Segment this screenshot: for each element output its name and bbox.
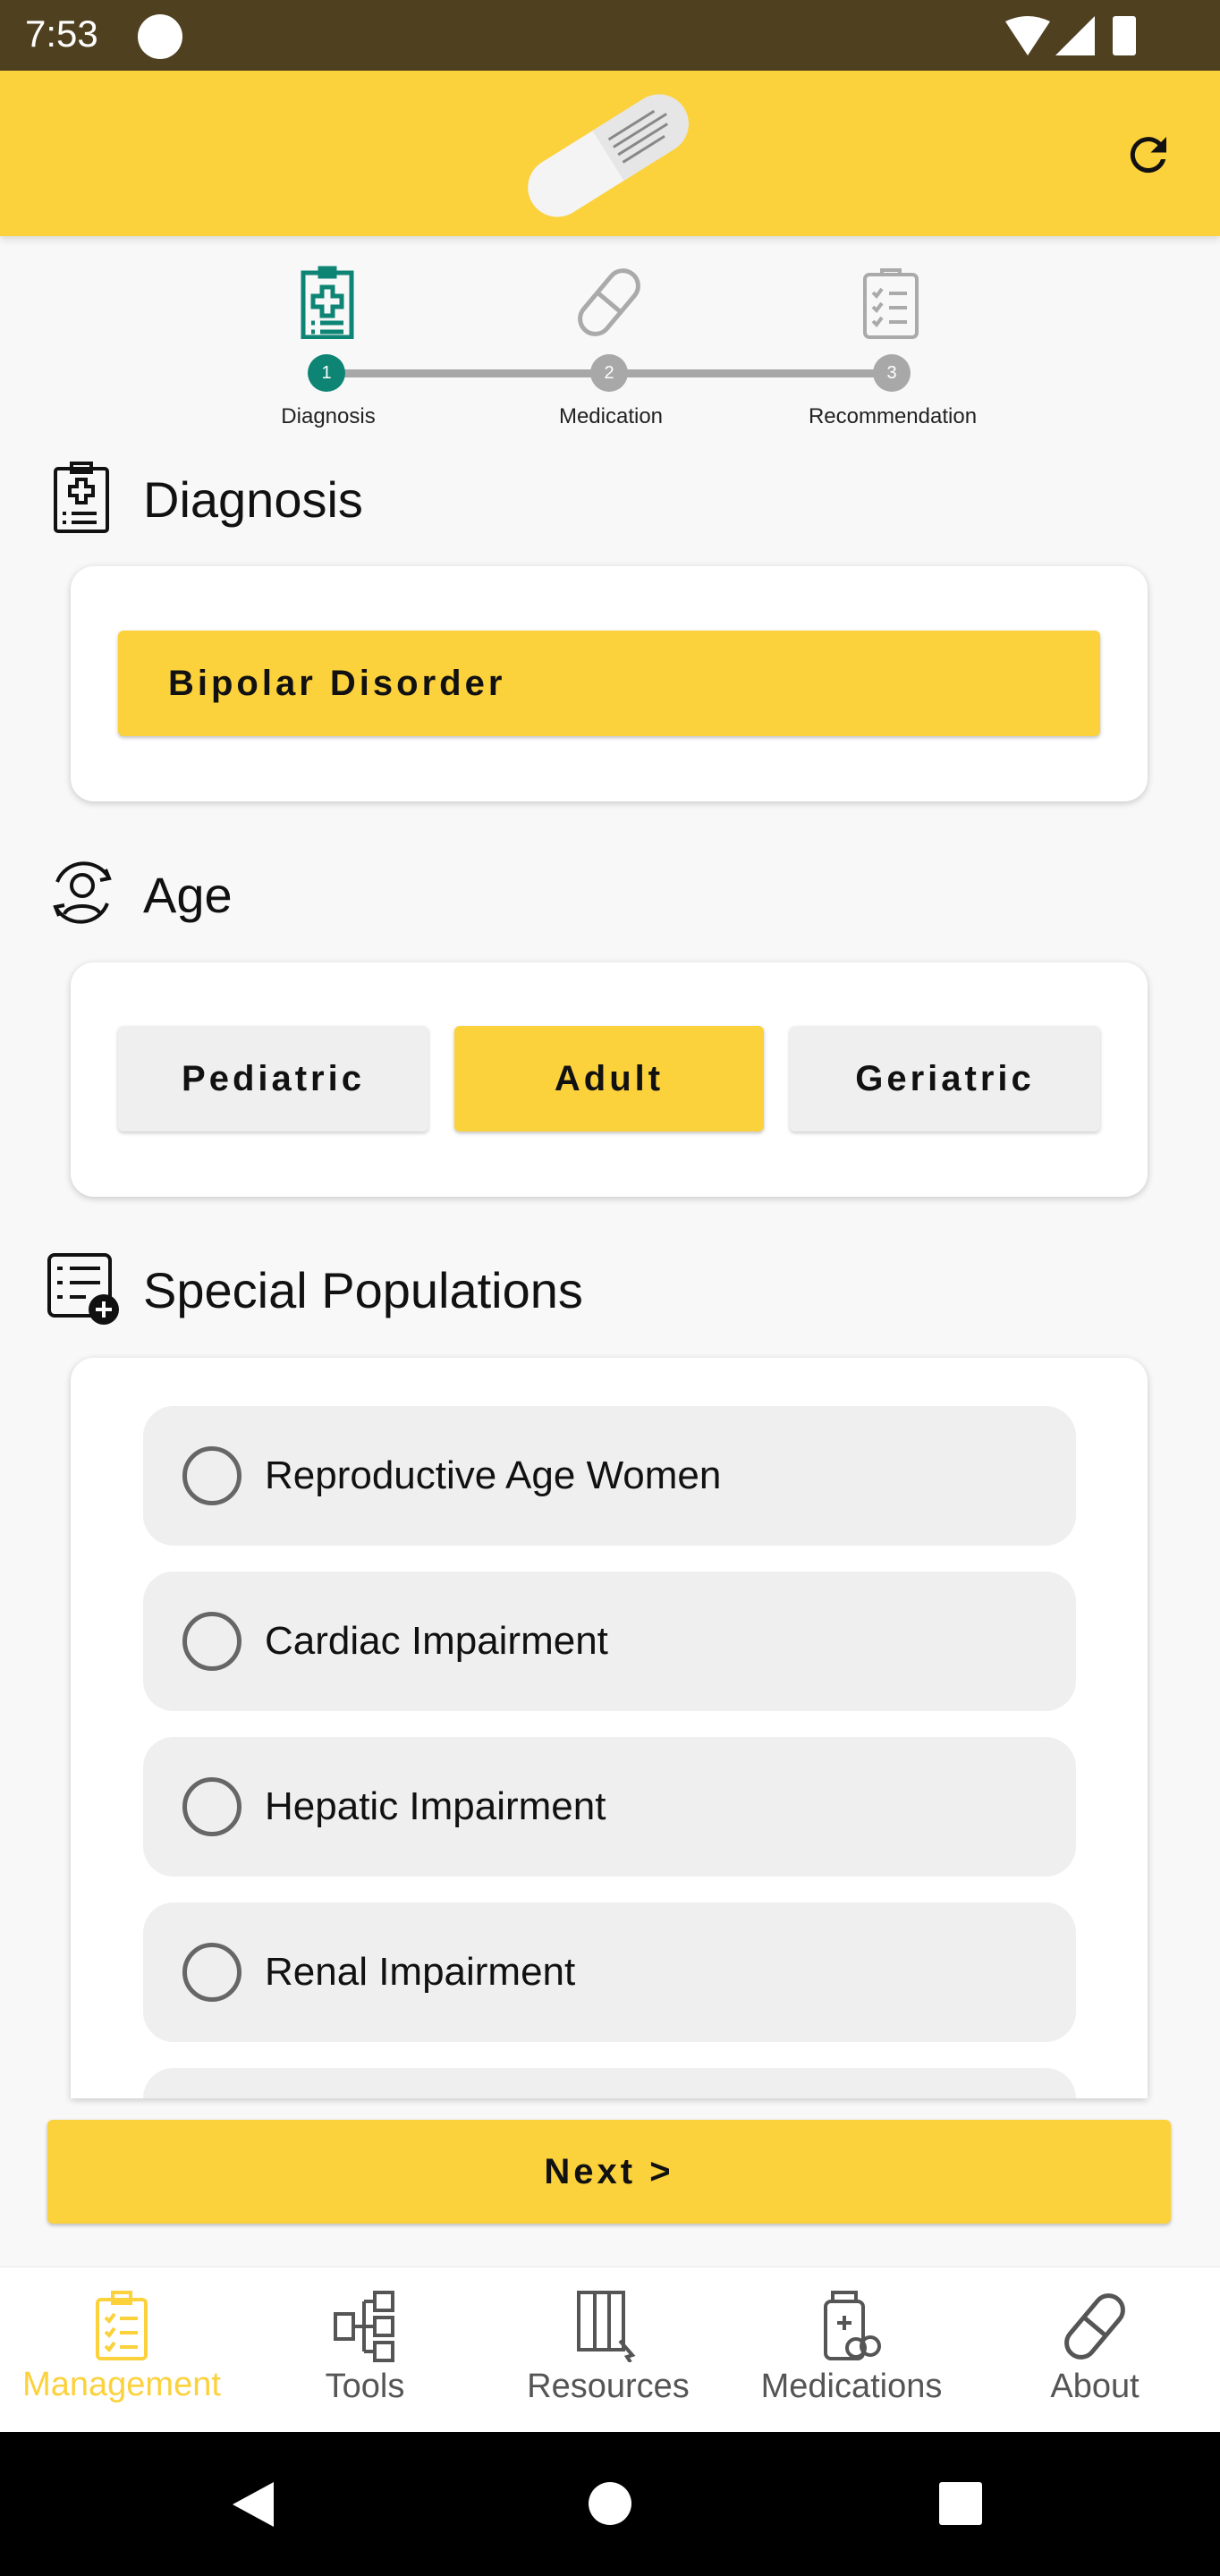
nav-tools[interactable]: Tools [243,2267,487,2433]
age-pediatric-button[interactable]: Pediatric [118,1026,428,1131]
option-label: Reproductive Age Women [265,1453,722,1497]
step-1-dot[interactable]: 1 [308,354,345,392]
nav-management[interactable]: Management [0,2267,243,2433]
management-clipboard-icon [96,2291,148,2360]
option-partially-visible[interactable] [143,2068,1076,2098]
status-time: 7:53 [25,13,98,55]
medications-bottle-icon [824,2291,881,2360]
status-bar: 7:53 [0,0,1220,71]
radio-icon[interactable] [182,1777,241,1836]
nav-label: About [1050,2368,1140,2405]
back-icon[interactable] [231,2480,275,2529]
nav-label: Management [22,2366,221,2403]
option-cardiac-impairment[interactable]: Cardiac Impairment [143,1572,1076,1711]
option-reproductive-age-women[interactable]: Reproductive Age Women [143,1406,1076,1546]
radio-icon[interactable] [182,1446,241,1505]
bottom-nav: Management Tools Resources Medications A… [0,2267,1220,2432]
nav-label: Tools [325,2368,405,2405]
recents-icon[interactable] [939,2482,982,2525]
age-title: Age [143,867,233,923]
option-hepatic-impairment[interactable]: Hepatic Impairment [143,1737,1076,1877]
age-adult-button[interactable]: Adult [454,1026,764,1131]
wifi-icon [1005,16,1050,55]
notification-icon [138,14,182,59]
resources-books-icon [577,2291,636,2362]
diagnosis-clipboard-icon [301,266,354,339]
option-label: Hepatic Impairment [265,1784,606,1828]
diagnosis-title: Diagnosis [143,471,363,528]
radio-icon[interactable] [182,1612,241,1671]
capsule-logo [528,94,689,217]
radio-icon[interactable] [182,1943,241,2002]
option-label: Cardiac Impairment [265,1619,608,1663]
nav-medications[interactable]: Medications [730,2267,973,2433]
signal-icon [1055,16,1095,55]
step-2-label: Medication [558,404,664,428]
diagnosis-section-icon [54,462,109,533]
diagnosis-selected-button[interactable]: Bipolar Disorder [118,631,1100,736]
step-1-label: Diagnosis [281,404,376,428]
diagnosis-card: Bipolar Disorder [71,566,1148,801]
step-3-label: Recommendation [808,404,978,428]
age-geriatric-button[interactable]: Geriatric [790,1026,1100,1131]
option-label: Renal Impairment [265,1950,576,1994]
special-populations-list-add-icon [47,1253,119,1325]
special-populations-title: Special Populations [143,1262,583,1318]
app-header [0,71,1220,236]
nav-about[interactable]: About [973,2267,1216,2433]
step-2-dot[interactable]: 2 [590,354,628,392]
home-icon[interactable] [589,2482,631,2525]
option-renal-impairment[interactable]: Renal Impairment [143,1902,1076,2042]
recommendation-checklist-icon [863,268,919,339]
battery-icon [1113,16,1136,55]
tools-flowchart-icon [334,2291,394,2362]
step-3-dot[interactable]: 3 [873,354,911,392]
age-person-icon [53,861,112,924]
age-card: Pediatric Adult Geriatric [71,962,1148,1197]
refresh-icon[interactable] [1122,128,1175,182]
next-button[interactable]: Next > [47,2120,1171,2224]
medication-pill-icon [578,268,640,336]
nav-label: Medications [760,2368,943,2405]
nav-label: Resources [527,2368,690,2405]
system-nav-bar [0,2432,1220,2576]
nav-resources[interactable]: Resources [487,2267,730,2433]
about-pill-icon [1064,2293,1125,2360]
special-populations-card: Reproductive Age Women Cardiac Impairmen… [71,1358,1148,2098]
